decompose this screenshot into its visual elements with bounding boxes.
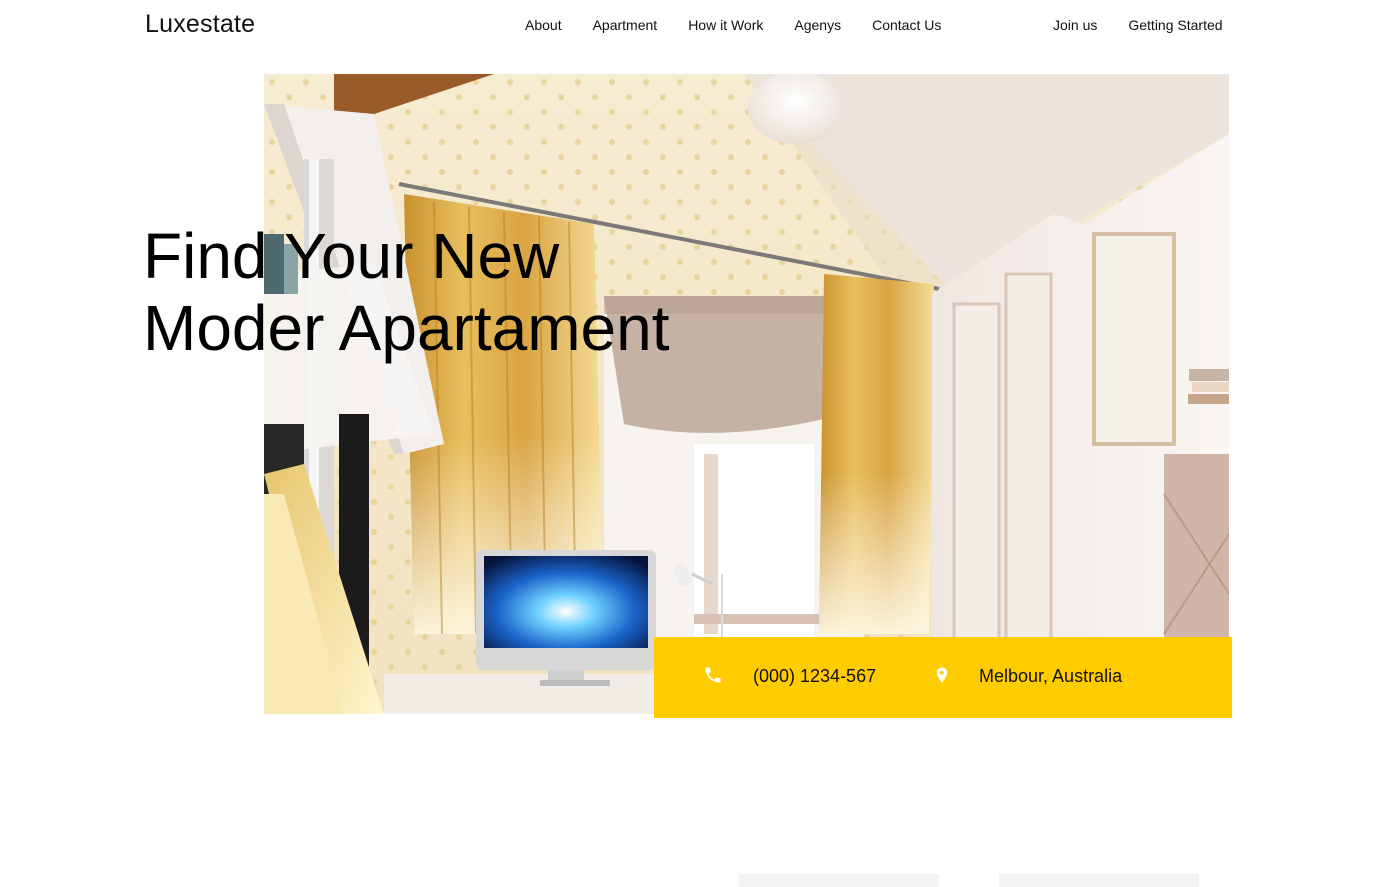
account-nav: Join us Getting Started bbox=[1053, 17, 1254, 33]
join-us-link[interactable]: Join us bbox=[1053, 17, 1097, 33]
brand-logo[interactable]: Luxestate bbox=[145, 10, 255, 39]
contact-location: Melbour, Australia bbox=[979, 666, 1123, 686]
nav-link-agenys[interactable]: Agenys bbox=[794, 17, 841, 33]
nav-link-how-it-work[interactable]: How it Work bbox=[688, 17, 763, 33]
hero-heading-line1: Find Your New bbox=[143, 220, 560, 292]
hero-heading-line2: Moder Apartament bbox=[143, 292, 670, 364]
hero-heading: Find Your New Moder Apartament bbox=[143, 220, 703, 364]
main-nav: About Apartment How it Work Agenys Conta… bbox=[525, 17, 972, 33]
map-pin-icon bbox=[933, 665, 951, 690]
nav-link-apartment[interactable]: Apartment bbox=[593, 17, 658, 33]
contact-phone[interactable]: (000) 1234-567 bbox=[753, 666, 876, 687]
card-placeholder-2 bbox=[999, 874, 1199, 887]
card-placeholder-1 bbox=[739, 874, 939, 887]
phone-icon bbox=[703, 665, 723, 690]
contact-bar: (000) 1234-567 Melbour, Australia bbox=[654, 637, 1232, 718]
nav-link-about[interactable]: About bbox=[525, 17, 562, 33]
nav-link-contact-us[interactable]: Contact Us bbox=[872, 17, 941, 33]
hero-image bbox=[264, 74, 1229, 714]
getting-started-link[interactable]: Getting Started bbox=[1128, 17, 1222, 33]
